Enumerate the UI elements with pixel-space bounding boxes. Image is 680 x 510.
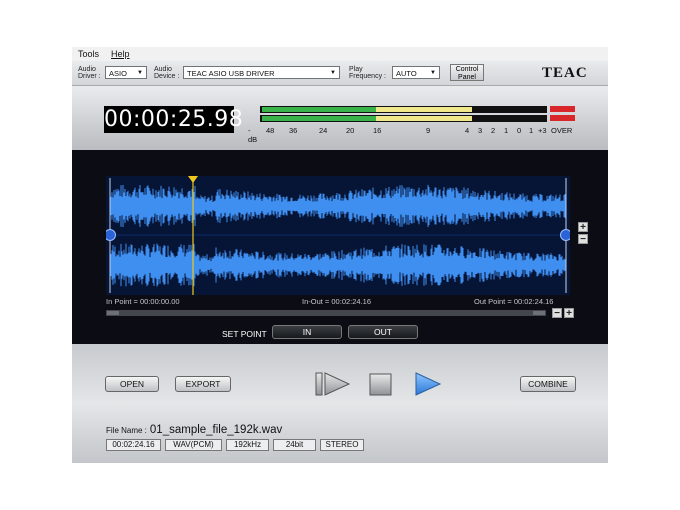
stop-icon[interactable] [369,373,393,397]
meter-tick: 3 [478,126,483,135]
menu-bar: Tools Help [72,47,608,61]
set-point-label: SET POINT [222,329,267,339]
teac-logo: TEAC [542,65,588,81]
control-panel-button[interactable]: Control Panel [450,64,484,81]
waveform-scrollbar[interactable] [106,310,546,316]
waveform-trace [109,184,566,287]
zoom-in-horizontal-button[interactable]: + [564,308,574,319]
bit-depth-badge: 24bit [273,439,316,451]
set-in-button[interactable]: IN [272,325,342,339]
chevron-down-icon: ▼ [137,70,143,76]
play-frequency-select[interactable]: AUTO ▼ [392,66,440,79]
meter-tick: 1 [529,126,534,135]
audio-device-select[interactable]: TEAC ASIO USB DRIVER ▼ [183,66,340,79]
meter-tick: 16 [373,126,382,135]
in-point-handle[interactable] [106,229,116,241]
meter-tick: 36 [289,126,298,135]
control-panel: OPEN EXPORT COMBINE File Name: 01_sampl… [72,344,608,463]
level-meter-right [260,115,547,122]
combine-button[interactable]: COMBINE [520,376,576,392]
zoom-in-vertical-button[interactable]: + [578,222,588,233]
set-out-button[interactable]: OUT [348,325,418,339]
file-name-value: 01_sample_file_192k.wav [149,424,283,436]
level-meter-left [260,106,547,113]
audio-driver-select[interactable]: ASIO ▼ [105,66,147,79]
app-window: Tools Help Audio Driver : ASIO ▼ Audio Devi… [72,47,608,463]
meter-tick: 20 [346,126,355,135]
audio-device-label: Audio Device : [154,66,180,80]
in-out-readout: In-Out = 00:02:24.16 [302,297,372,306]
meter-tick: 2 [491,126,496,135]
export-button[interactable]: EXPORT [175,376,231,392]
format-badge: WAV(PCM) [165,439,222,451]
open-button[interactable]: OPEN [105,376,159,392]
meter-tick: 48 [266,126,275,135]
scrollbar-right-handle[interactable] [533,311,545,315]
meter-tick: 1 [504,126,509,135]
meter-tick: OVER [551,126,573,135]
file-name: File Name :01_sample_file_192k.wav [106,424,282,436]
meter-tick: 4 [465,126,470,135]
menu-tools[interactable]: Tools [78,49,99,59]
channels-badge: STEREO [320,439,364,451]
chevron-down-icon: ▼ [430,70,436,76]
audio-driver-label: Audio Driver : [78,66,101,80]
over-indicator-right [550,115,575,121]
zoom-out-vertical-button[interactable]: − [578,234,588,245]
in-point-readout: In Point = 00:00:00.00 [106,297,180,306]
scrollbar-left-handle[interactable] [107,311,119,315]
meter-tick: +3 [538,126,547,135]
meter-tick: 9 [426,126,431,135]
chevron-down-icon: ▼ [330,70,336,76]
out-point-handle[interactable] [560,229,571,241]
waveform-view[interactable] [106,176,570,295]
playhead-marker-icon[interactable] [188,176,198,183]
play-icon[interactable] [414,371,442,397]
play-frequency-label: Play Frequency : [349,66,386,80]
meter-tick: 24 [319,126,328,135]
waveform-graphic [106,176,570,295]
duration-badge: 00:02:24.16 [106,439,161,451]
meter-scale-label: -dB [248,126,258,144]
over-indicator-left [550,106,575,112]
out-point-readout: Out Point = 00:02:24.16 [474,297,554,306]
time-display: 00:00:25.98 [104,106,244,133]
meter-tick: 0 [517,126,522,135]
sample-rate-badge: 192kHz [226,439,269,451]
file-name-label: File Name : [106,426,147,435]
toolbar: Audio Driver : ASIO ▼ Audio Device : TEAC A… [72,61,608,86]
zoom-out-horizontal-button[interactable]: − [552,308,562,319]
menu-help[interactable]: Help [111,49,130,59]
display-panel: 00:00:25.98 -dB 48 36 24 20 16 9 4 3 2 1… [72,86,608,150]
play-from-start-icon[interactable] [315,371,351,397]
waveform-panel: + − In Point = 00:00:00.00 In-Out = 00:0… [72,150,608,344]
